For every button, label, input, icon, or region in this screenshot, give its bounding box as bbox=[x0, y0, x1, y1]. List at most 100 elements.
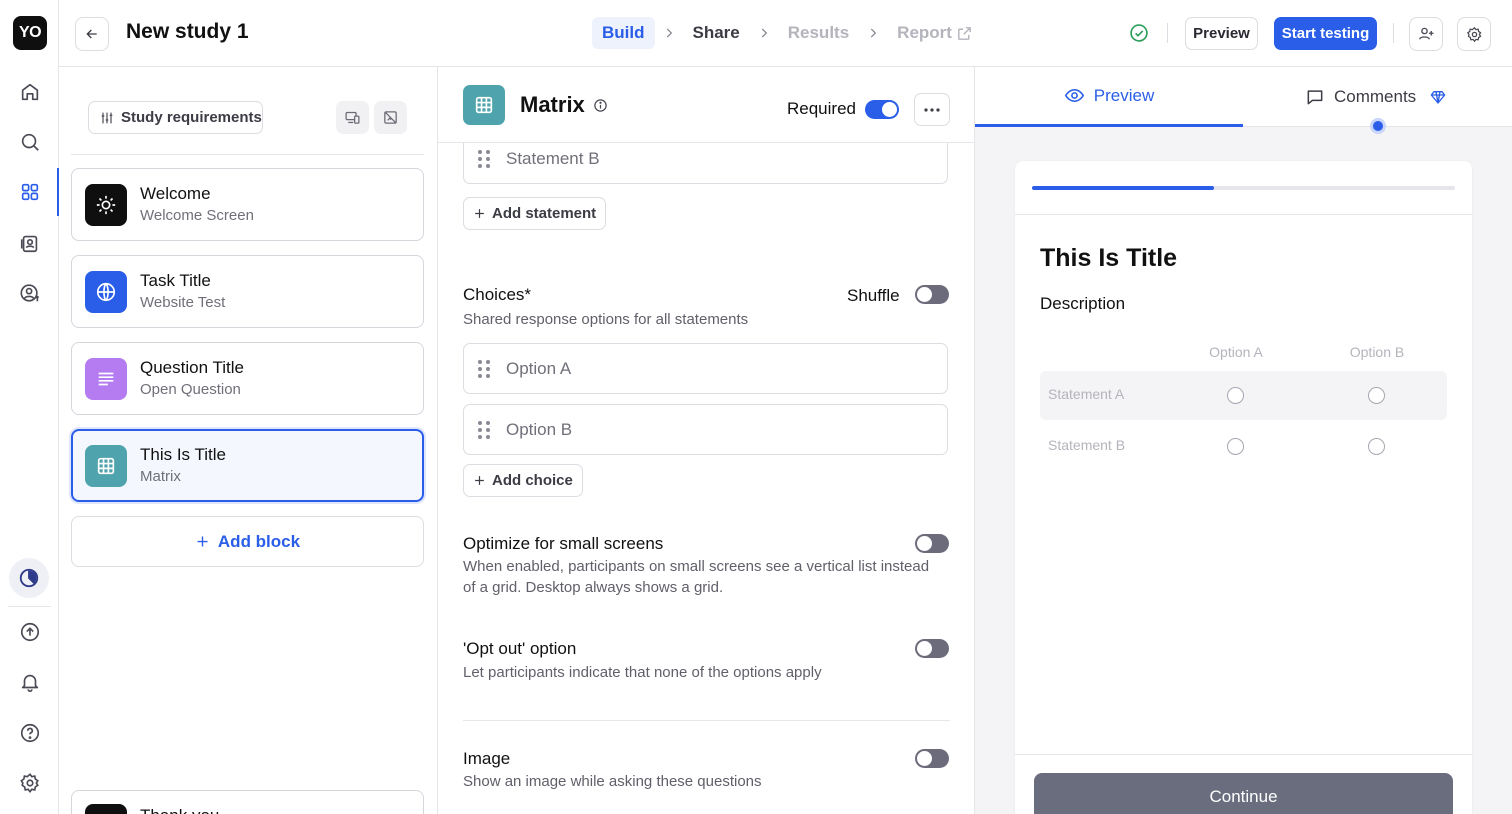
chevron-right-icon bbox=[750, 26, 778, 40]
statement-text[interactable]: Statement B bbox=[506, 149, 600, 169]
block-question[interactable]: Question Title Open Question bbox=[71, 342, 424, 415]
device-preview-button[interactable] bbox=[336, 101, 369, 134]
eye-icon bbox=[1064, 89, 1084, 102]
matrix-radio[interactable] bbox=[1227, 387, 1244, 404]
choices-title: Choices* bbox=[463, 285, 532, 304]
globe-icon bbox=[85, 270, 127, 313]
choice-text[interactable]: Option B bbox=[506, 420, 572, 440]
header-divider bbox=[1393, 23, 1394, 43]
comments-indicator-dot bbox=[1370, 118, 1386, 134]
block-title: Welcome bbox=[140, 184, 211, 203]
app-logo[interactable]: YO bbox=[13, 16, 47, 50]
user-dollar-icon[interactable] bbox=[14, 277, 46, 309]
small-screens-toggle[interactable] bbox=[915, 534, 949, 553]
user-plus-icon bbox=[1418, 27, 1434, 40]
small-screens-description: When enabled, participants on small scre… bbox=[463, 558, 930, 596]
contacts-icon[interactable] bbox=[14, 227, 46, 259]
drag-handle-icon[interactable] bbox=[478, 420, 490, 439]
invite-collaborator-button[interactable] bbox=[1409, 17, 1443, 51]
saved-check-icon bbox=[1130, 24, 1148, 42]
block-editor-panel: Matrix Required Statement B Add statemen… bbox=[438, 67, 975, 814]
required-label: Required bbox=[787, 99, 856, 118]
block-title: Task Title bbox=[140, 271, 211, 290]
search-icon[interactable] bbox=[14, 126, 46, 158]
step-results: Results bbox=[787, 23, 850, 42]
study-requirements-label: Study requirements bbox=[121, 109, 262, 126]
step-build[interactable]: Build bbox=[592, 17, 655, 49]
add-block-label: Add block bbox=[217, 531, 301, 551]
add-choice-button[interactable]: Add choice bbox=[463, 464, 583, 497]
choice-text[interactable]: Option A bbox=[506, 359, 571, 379]
block-task[interactable]: Task Title Website Test bbox=[71, 255, 424, 328]
left-rail: YO bbox=[0, 0, 59, 814]
matrix-icon bbox=[85, 444, 127, 487]
grid-icon[interactable] bbox=[14, 176, 46, 208]
study-title[interactable]: New study 1 bbox=[126, 20, 249, 44]
opt-out-toggle[interactable] bbox=[915, 639, 949, 658]
preview-tabs: Preview Comments bbox=[975, 67, 1512, 134]
home-icon[interactable] bbox=[14, 76, 46, 108]
back-button[interactable] bbox=[75, 17, 109, 51]
settings-button[interactable] bbox=[1457, 17, 1491, 51]
choice-row[interactable]: Option B bbox=[463, 404, 948, 455]
step-report-label: Report bbox=[897, 23, 952, 42]
drag-handle-icon[interactable] bbox=[478, 149, 490, 168]
study-requirements-button[interactable]: Study requirements bbox=[88, 101, 263, 134]
block-type: Matrix bbox=[140, 468, 181, 485]
chevron-right-icon bbox=[859, 26, 887, 40]
rail-divider bbox=[8, 606, 51, 607]
step-report: Report bbox=[887, 17, 983, 49]
small-screens-title: Optimize for small screens bbox=[463, 534, 664, 553]
question-title: This Is Title bbox=[1040, 244, 1178, 272]
matrix-row-label: Statement A bbox=[1048, 386, 1125, 402]
preview-button[interactable]: Preview bbox=[1185, 17, 1258, 50]
clock-icon[interactable] bbox=[9, 558, 49, 598]
matrix-icon bbox=[463, 85, 505, 125]
add-statement-label: Add statement bbox=[492, 205, 597, 222]
add-statement-button[interactable]: Add statement bbox=[463, 197, 607, 230]
info-icon[interactable] bbox=[593, 98, 608, 113]
tab-comments-label: Comments bbox=[1334, 87, 1417, 106]
external-link-icon bbox=[958, 26, 971, 40]
start-testing-button[interactable]: Start testing bbox=[1274, 17, 1377, 50]
image-off-icon bbox=[384, 111, 397, 124]
continue-button[interactable]: Continue bbox=[1034, 773, 1453, 814]
matrix-radio[interactable] bbox=[1368, 438, 1385, 455]
drag-handle-icon[interactable] bbox=[478, 359, 490, 378]
blocks-divider bbox=[71, 154, 424, 155]
gear-icon bbox=[1466, 26, 1481, 42]
comment-icon bbox=[1307, 90, 1323, 105]
step-share[interactable]: Share bbox=[683, 17, 750, 49]
choices-description: Shared response options for all statemen… bbox=[463, 311, 749, 328]
progress-fill bbox=[1032, 186, 1214, 190]
bell-icon[interactable] bbox=[14, 666, 46, 698]
plus-icon bbox=[475, 209, 484, 218]
help-icon[interactable] bbox=[14, 717, 46, 749]
required-toggle[interactable] bbox=[865, 100, 899, 119]
shuffle-toggle[interactable] bbox=[915, 285, 949, 304]
matrix-row: Statement B bbox=[1040, 422, 1447, 471]
gear-icon[interactable] bbox=[14, 767, 46, 799]
block-thank-you[interactable]: Thank you bbox=[71, 790, 424, 814]
choice-row[interactable]: Option A bbox=[463, 343, 948, 394]
matrix-radio[interactable] bbox=[1368, 387, 1385, 404]
chevron-right-icon bbox=[655, 26, 683, 40]
block-welcome[interactable]: Welcome Welcome Screen bbox=[71, 168, 424, 241]
tab-preview[interactable]: Preview bbox=[975, 67, 1243, 127]
add-block-button[interactable]: Add block bbox=[71, 516, 424, 567]
block-type: Website Test bbox=[140, 294, 226, 311]
block-title: This Is Title bbox=[140, 445, 226, 464]
matrix-column-header: Option A bbox=[1209, 344, 1263, 360]
hide-images-button[interactable] bbox=[374, 101, 407, 134]
plus-icon bbox=[197, 536, 208, 547]
more-options-button[interactable] bbox=[914, 93, 950, 126]
image-toggle[interactable] bbox=[915, 749, 949, 768]
block-matrix[interactable]: This Is Title Matrix bbox=[71, 429, 424, 502]
block-type-title: Matrix bbox=[520, 92, 585, 117]
block-title: Thank you bbox=[140, 804, 219, 814]
matrix-radio[interactable] bbox=[1227, 438, 1244, 455]
lines-icon bbox=[85, 357, 127, 400]
add-choice-label: Add choice bbox=[492, 472, 573, 489]
matrix-row: Statement A bbox=[1040, 371, 1447, 420]
upload-icon[interactable] bbox=[14, 616, 46, 648]
